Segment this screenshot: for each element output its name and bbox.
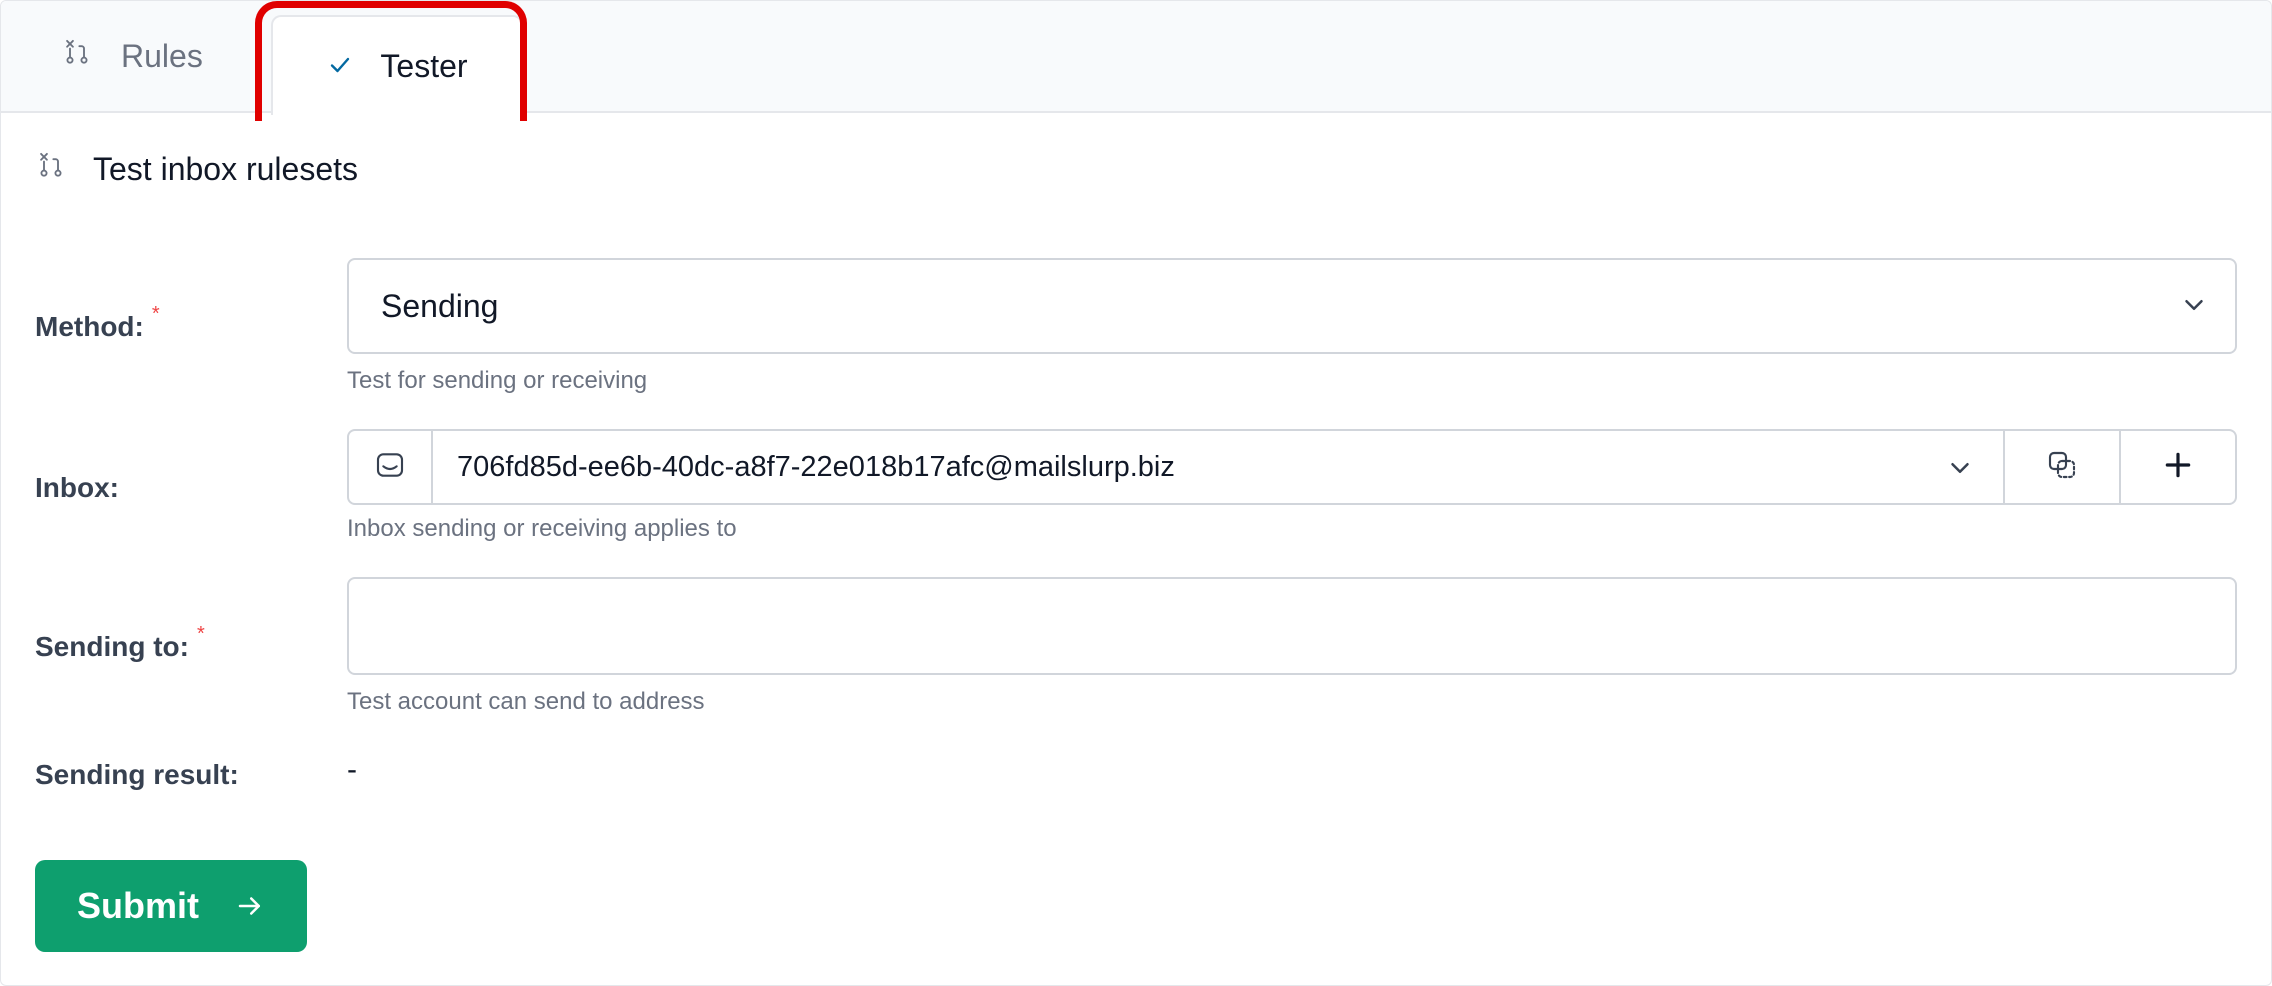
sending-to-label-text: Sending to: xyxy=(35,631,189,662)
inbox-label: Inbox: xyxy=(35,472,119,504)
required-marker: * xyxy=(151,303,160,325)
tab-tester-label: Tester xyxy=(380,47,468,84)
sending-to-input[interactable] xyxy=(347,577,2237,675)
inbox-icon-cell xyxy=(349,431,433,503)
submit-label: Submit xyxy=(77,885,199,926)
inbox-label-text: Inbox: xyxy=(35,472,119,503)
required-marker: * xyxy=(196,623,205,645)
inbox-select-group: 706fd85d-ee6b-40dc-a8f7-22e018b17afc@mai… xyxy=(347,429,2237,505)
chevron-down-icon xyxy=(1945,453,1975,491)
method-label-text: Method: xyxy=(35,311,144,342)
method-select-value: Sending xyxy=(381,287,499,324)
section-header: Test inbox rulesets xyxy=(37,147,358,191)
sending-to-label: Sending to: * xyxy=(35,623,205,663)
inbox-help: Inbox sending or receiving applies to xyxy=(347,515,737,542)
inbox-select[interactable]: 706fd85d-ee6b-40dc-a8f7-22e018b17afc@mai… xyxy=(433,431,2003,503)
method-select[interactable]: Sending xyxy=(347,258,2237,354)
chevron-down-icon xyxy=(2179,290,2209,328)
git-pull-request-closed-icon xyxy=(63,37,91,75)
method-label: Method: * xyxy=(35,303,160,343)
tab-rules-label: Rules xyxy=(121,37,203,74)
sending-to-help: Test account can send to address xyxy=(347,688,705,715)
tab-rules[interactable]: Rules xyxy=(63,1,203,111)
method-help: Test for sending or receiving xyxy=(347,367,648,394)
copy-inbox-button[interactable] xyxy=(2003,431,2119,503)
section-title: Test inbox rulesets xyxy=(93,150,359,187)
sending-result-value: - xyxy=(347,753,357,786)
tab-tester[interactable]: Tester xyxy=(271,15,523,115)
plus-icon xyxy=(2162,449,2194,486)
tester-panel: Rules Tester Test inbox rulesets Method:… xyxy=(0,0,2272,986)
sending-result-label-text: Sending result: xyxy=(35,759,239,790)
inbox-select-value: 706fd85d-ee6b-40dc-a8f7-22e018b17afc@mai… xyxy=(457,450,1175,483)
sending-result-label: Sending result: xyxy=(35,759,239,791)
arrow-right-icon xyxy=(235,891,265,921)
git-pull-request-closed-icon xyxy=(37,150,65,188)
add-inbox-button[interactable] xyxy=(2119,431,2235,503)
submit-button[interactable]: Submit xyxy=(35,860,307,952)
inbox-icon xyxy=(374,449,406,486)
copy-icon xyxy=(2046,449,2078,486)
check-icon xyxy=(326,48,354,85)
tab-bar: Rules Tester xyxy=(1,1,2271,115)
